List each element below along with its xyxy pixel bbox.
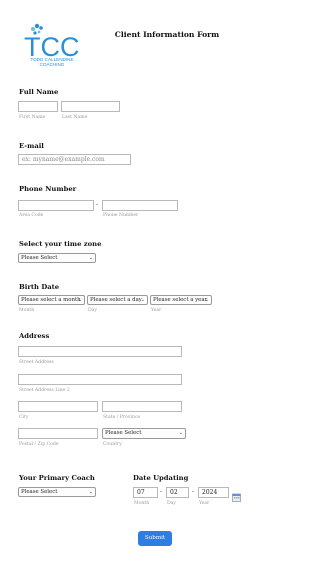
update-day-sublabel: Day: [167, 501, 177, 506]
last-name-input[interactable]: [61, 101, 120, 112]
postal-code-input[interactable]: [18, 428, 98, 439]
calendar-icon[interactable]: [232, 487, 241, 502]
phone-number-sublabel: Phone Number: [103, 213, 139, 218]
date-dash-1: -: [160, 488, 163, 495]
birth-month-sublabel: Month: [19, 308, 35, 313]
email-input[interactable]: ex: myname@example.com: [18, 154, 131, 165]
country-select[interactable]: Please Select ⌄: [102, 428, 186, 439]
phone-heading: Phone Number: [19, 185, 77, 193]
first-name-input[interactable]: [18, 101, 58, 112]
timezone-select-value: Please Select: [21, 255, 58, 261]
phone-number-input[interactable]: [102, 200, 178, 211]
country-select-value: Please Select: [105, 430, 142, 436]
street-address-2-input[interactable]: [18, 374, 182, 385]
city-input[interactable]: [18, 401, 98, 412]
birth-month-select[interactable]: Please select a month ⌄: [18, 295, 85, 305]
timezone-select[interactable]: Please Select ⌄: [18, 253, 96, 263]
street-address-2-sublabel: Street Address Line 2: [19, 388, 70, 393]
street-address-input[interactable]: [18, 346, 182, 357]
update-month-input[interactable]: 07: [133, 487, 158, 498]
primary-coach-value: Please Select: [21, 489, 58, 495]
full-name-heading: Full Name: [19, 88, 59, 96]
address-heading: Address: [19, 332, 50, 340]
birth-day-value: Please select a day: [90, 297, 142, 303]
logo-subtitle-2: COACHING: [39, 62, 65, 67]
chevron-down-icon: ⌄: [88, 489, 93, 495]
birth-day-sublabel: Day: [88, 308, 98, 313]
chevron-down-icon: ⌄: [178, 430, 183, 436]
email-heading: E-mail: [19, 142, 44, 150]
first-name-sublabel: First Name: [19, 115, 46, 120]
date-dash-2: -: [192, 488, 195, 495]
state-sublabel: State / Province: [103, 415, 141, 420]
postal-code-sublabel: Postal / Zip Code: [19, 442, 59, 447]
primary-coach-heading: Your Primary Coach: [19, 474, 95, 482]
street-address-sublabel: Street Address: [19, 360, 54, 365]
country-sublabel: Country: [103, 442, 122, 447]
logo: TCC TODD CALLENDINE COACHING: [20, 22, 84, 70]
last-name-sublabel: Last Name: [62, 115, 88, 120]
primary-coach-select[interactable]: Please Select ⌄: [18, 487, 96, 497]
birth-year-value: Please select a year: [153, 297, 208, 303]
update-year-input[interactable]: 2024: [198, 487, 229, 498]
timezone-heading: Select your time zone: [19, 240, 102, 248]
birth-year-select[interactable]: Please select a year ⌄: [150, 295, 212, 305]
form-title: Client Information Form: [114, 30, 220, 39]
city-sublabel: City: [19, 415, 29, 420]
chevron-down-icon: ⌄: [140, 297, 145, 303]
birth-month-value: Please select a month: [21, 297, 81, 303]
chevron-down-icon: ⌄: [88, 255, 93, 261]
chevron-down-icon: ⌄: [204, 297, 209, 303]
update-year-sublabel: Year: [199, 501, 210, 506]
update-month-sublabel: Month: [134, 501, 150, 506]
state-input[interactable]: [102, 401, 182, 412]
birth-date-heading: Birth Date: [19, 283, 60, 291]
area-code-sublabel: Area Code: [19, 213, 44, 218]
update-day-input[interactable]: 02: [166, 487, 189, 498]
date-updating-heading: Date Updating: [133, 474, 189, 482]
birth-year-sublabel: Year: [151, 308, 162, 313]
birth-day-select[interactable]: Please select a day ⌄: [87, 295, 148, 305]
area-code-input[interactable]: [18, 200, 94, 211]
submit-button[interactable]: Submit: [138, 531, 172, 546]
phone-dash: -: [96, 201, 99, 208]
chevron-down-icon: ⌄: [77, 297, 82, 303]
